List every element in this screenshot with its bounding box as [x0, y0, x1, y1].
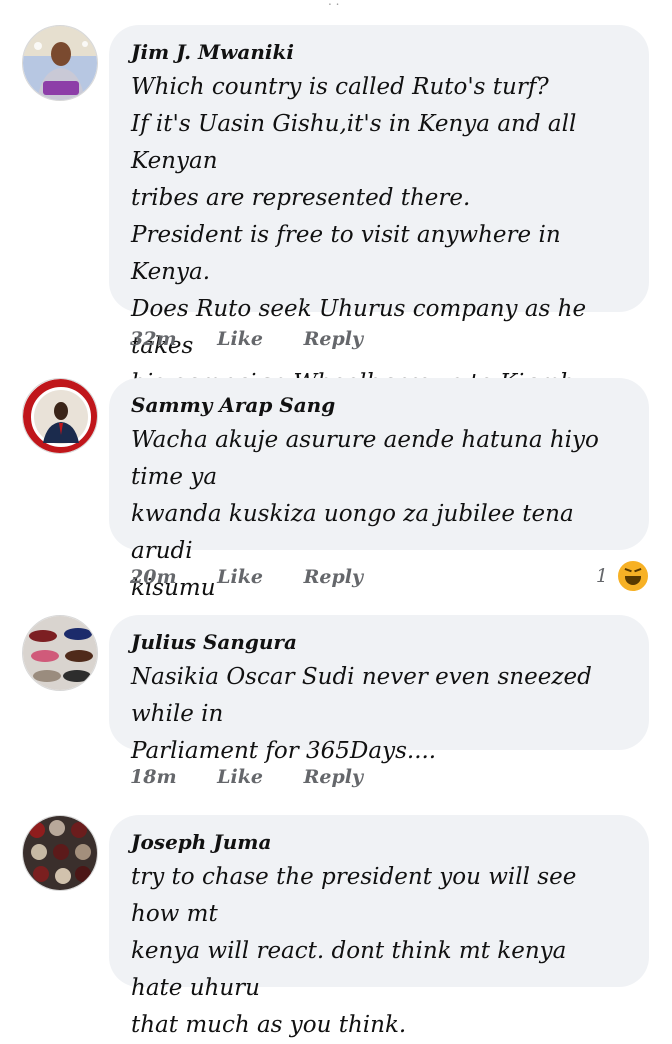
avatar[interactable] — [22, 615, 98, 691]
reply-button[interactable]: Reply — [304, 766, 363, 788]
reaction-count: 1 — [595, 565, 608, 587]
commenter-name[interactable]: Sammy Arap Sang — [131, 392, 625, 418]
comment-bubble: Joseph Juma try to chase the president y… — [109, 815, 649, 1038]
reaction-summary[interactable]: 1 — [596, 559, 650, 593]
haha-emoji-icon — [616, 559, 650, 593]
avatar[interactable] — [22, 25, 98, 101]
timestamp[interactable]: 20m — [130, 566, 177, 588]
comment-bubble: Julius Sangura Nasikia Oscar Sudi never … — [109, 615, 649, 764]
like-button[interactable]: Like — [217, 766, 263, 788]
like-button[interactable]: Like — [217, 328, 263, 350]
like-button[interactable]: Like — [217, 566, 263, 588]
avatar[interactable] — [22, 378, 98, 454]
commenter-name[interactable]: Jim J. Mwaniki — [131, 39, 625, 65]
top-edge-marker: . . — [328, 0, 340, 8]
comment-actions: 18m Like Reply — [130, 766, 397, 788]
commenter-name[interactable]: Julius Sangura — [131, 629, 625, 655]
avatar[interactable] — [22, 815, 98, 891]
comment-actions: 20m Like Reply — [130, 566, 397, 588]
reply-button[interactable]: Reply — [304, 328, 363, 350]
comment-actions: 32m Like Reply — [130, 328, 397, 350]
reply-button[interactable]: Reply — [304, 566, 363, 588]
comment-bubble: Jim J. Mwaniki Which country is called R… — [109, 25, 649, 433]
comment-text: Nasikia Oscar Sudi never even sneezed wh… — [131, 664, 592, 764]
comment-bubble: Sammy Arap Sang Wacha akuje asurure aend… — [109, 378, 649, 601]
comment-text: try to chase the president you will see … — [131, 864, 577, 1038]
commenter-name[interactable]: Joseph Juma — [131, 829, 625, 855]
timestamp[interactable]: 18m — [130, 766, 177, 788]
timestamp[interactable]: 32m — [130, 328, 177, 350]
